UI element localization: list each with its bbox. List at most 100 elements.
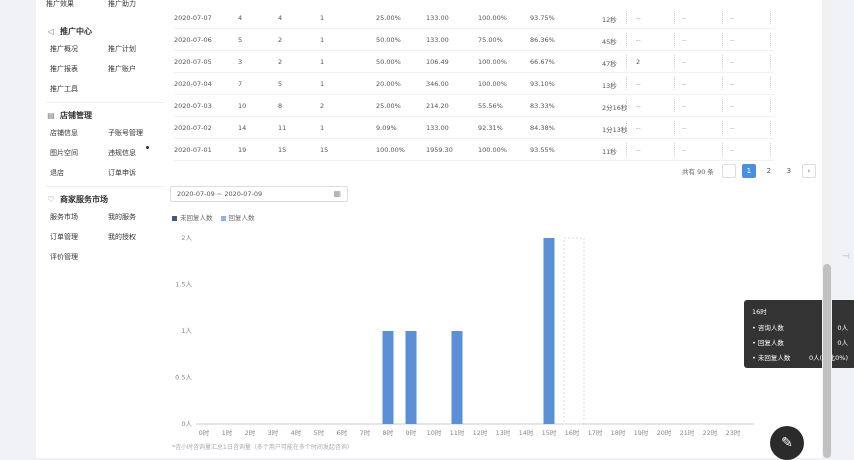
- nav-section-store[interactable]: ▤ 店铺管理: [46, 110, 92, 121]
- nav-item-subaccount[interactable]: 子账号管理: [108, 128, 143, 138]
- table-cell: 11: [278, 124, 287, 132]
- nav-item-promotion-overview[interactable]: 推广概况: [50, 44, 78, 54]
- date-range-picker[interactable]: 2020-07-09 ~ 2020-07-09 ▦: [170, 186, 348, 202]
- nav-item-promotion-boost[interactable]: 推广助力: [108, 0, 136, 9]
- legend-swatch: [172, 215, 177, 221]
- column-divider: [770, 121, 771, 134]
- table-cell: --: [682, 14, 687, 22]
- chart-bar[interactable]: [451, 331, 463, 424]
- table-cell: 47秒: [602, 60, 617, 68]
- tooltip-value: 0人: [837, 339, 848, 347]
- nav-section-promotion[interactable]: ◁ 推广中心: [46, 26, 92, 37]
- x-tick-label: 17时: [588, 428, 603, 437]
- chart-bar[interactable]: [382, 331, 394, 424]
- column-divider: [674, 143, 675, 156]
- table-row: 2020-07-01 19 15 15 100.00% 1959.30 100.00% 93.…: [174, 139, 774, 161]
- table-cell: 2: [278, 58, 283, 66]
- table-cell: 2020-07-02: [174, 124, 212, 132]
- table-row: 2020-07-06 5 2 1 50.00% 133.00 75.00% 86.36% 45秒…: [174, 29, 774, 51]
- table-cell: 66.67%: [530, 58, 555, 66]
- table-cell: --: [636, 102, 641, 110]
- next-page-button[interactable]: ›: [801, 164, 816, 178]
- table-row: 2020-07-02 14 11 1 9.09% 133.00 92.31% 84.38% 1分…: [174, 117, 774, 139]
- heart-icon: ♡: [47, 195, 55, 204]
- nav-item-promotion-plan[interactable]: 推广计划: [108, 44, 136, 54]
- chart-bar[interactable]: [543, 238, 555, 424]
- nav-item-my-authorization[interactable]: 我的授权: [108, 232, 136, 242]
- column-divider: [722, 121, 723, 134]
- table-cell: --: [636, 124, 641, 132]
- nav-item-service-market[interactable]: 服务市场: [50, 212, 78, 222]
- table-cell: 8: [278, 102, 283, 110]
- feedback-button[interactable]: ✎: [770, 426, 804, 460]
- nav-item-violations[interactable]: 违规信息: [108, 148, 136, 158]
- table-cell: 100.00%: [478, 146, 507, 154]
- nav-item-promotion-tools[interactable]: 推广工具: [50, 84, 78, 94]
- table-cell: 92.31%: [478, 124, 503, 132]
- nav-item-store-info[interactable]: 店铺信息: [50, 128, 78, 138]
- x-tick-label: 4时: [291, 428, 302, 437]
- column-divider: [674, 55, 675, 68]
- collapse-icon[interactable]: ⊣: [842, 252, 850, 262]
- table-cell: --: [636, 36, 641, 44]
- column-divider: [770, 143, 771, 156]
- x-tick-label: 7时: [360, 428, 371, 437]
- table-cell: 2: [320, 102, 325, 110]
- x-tick-label: 2时: [245, 428, 256, 437]
- column-divider: [722, 11, 723, 24]
- nav-item-exit-store[interactable]: 退店: [50, 168, 64, 178]
- nav-section-service-market[interactable]: ♡ 商家服务市场: [46, 194, 108, 205]
- nav-item-promotion-account[interactable]: 推广账户: [108, 64, 136, 74]
- chevron-right-icon: ›: [807, 167, 811, 175]
- nav-item-promotion-effect[interactable]: 推广效果: [46, 0, 74, 9]
- page-button[interactable]: 3: [781, 164, 796, 178]
- bar-chart: 0人 0.5人 1人 1.5人 2人 0时 1时 2时 3时 4时 5时 6时 7时 8时 9时 10时 11时…: [175, 234, 754, 437]
- page-button[interactable]: 1: [741, 164, 756, 178]
- x-tick-label: 13时: [496, 428, 511, 437]
- scrollbar[interactable]: [822, 0, 832, 458]
- pagination: 共有 90 条 1 2 3 ›: [682, 164, 816, 178]
- table-cell: 50.00%: [376, 36, 401, 44]
- column-divider: [722, 33, 723, 46]
- table-cell: 50.00%: [376, 58, 401, 66]
- legend-label: 回复人数: [228, 214, 255, 222]
- table-cell: 14: [238, 124, 247, 132]
- table-cell: 4: [238, 14, 243, 22]
- nav-item-promotion-report[interactable]: 推广报表: [50, 64, 78, 74]
- table-cell: 2: [278, 36, 283, 44]
- column-divider: [674, 99, 675, 112]
- nav-item-my-services[interactable]: 我的服务: [108, 212, 136, 222]
- table-cell: 5: [238, 36, 243, 44]
- table-cell: 2020-07-07: [174, 14, 212, 22]
- page-button[interactable]: 2: [761, 164, 776, 178]
- table-cell: --: [730, 14, 735, 22]
- table-cell: 100.00%: [478, 80, 507, 88]
- column-divider: [626, 121, 627, 134]
- nav-item-image-space[interactable]: 图片空间: [50, 148, 78, 158]
- table-cell: --: [730, 80, 735, 88]
- x-tick-label: 12时: [473, 428, 488, 437]
- table-cell: --: [636, 80, 641, 88]
- x-tick-label: 1时: [222, 428, 233, 437]
- legend-item-unreplied[interactable]: 未回复人数: [172, 212, 213, 222]
- column-divider: [674, 121, 675, 134]
- nav-item-review-management[interactable]: 评价管理: [50, 252, 78, 262]
- nav-item-order-management[interactable]: 订单管理: [50, 232, 78, 242]
- nav-section-title: 店铺管理: [60, 111, 92, 120]
- chart-bar[interactable]: [405, 331, 417, 424]
- x-tick-label: 0时: [199, 428, 210, 437]
- table-cell: --: [682, 102, 687, 110]
- legend-item-replied[interactable]: 回复人数: [220, 212, 255, 222]
- nav-item-order-appeal[interactable]: 订单申诉: [108, 168, 136, 178]
- table-cell: 2020-07-03: [174, 102, 212, 110]
- prev-page-button[interactable]: [721, 164, 736, 178]
- chart-tooltip: 16时 咨询人数 0人 回复人数 0人 未回复人数0人(占比0%): [744, 300, 854, 368]
- table-cell: 2020-07-06: [174, 36, 212, 44]
- scrollbar-thumb[interactable]: [823, 264, 831, 458]
- x-tick-label: 9时: [406, 428, 417, 437]
- column-divider: [674, 77, 675, 90]
- table-cell: 93.10%: [530, 80, 555, 88]
- table-cell: --: [682, 80, 687, 88]
- chart-footnote: *咨小时咨询量汇总1日咨询量（多个用户可能在多个时间发起咨询）: [172, 444, 353, 451]
- column-divider: [626, 11, 627, 24]
